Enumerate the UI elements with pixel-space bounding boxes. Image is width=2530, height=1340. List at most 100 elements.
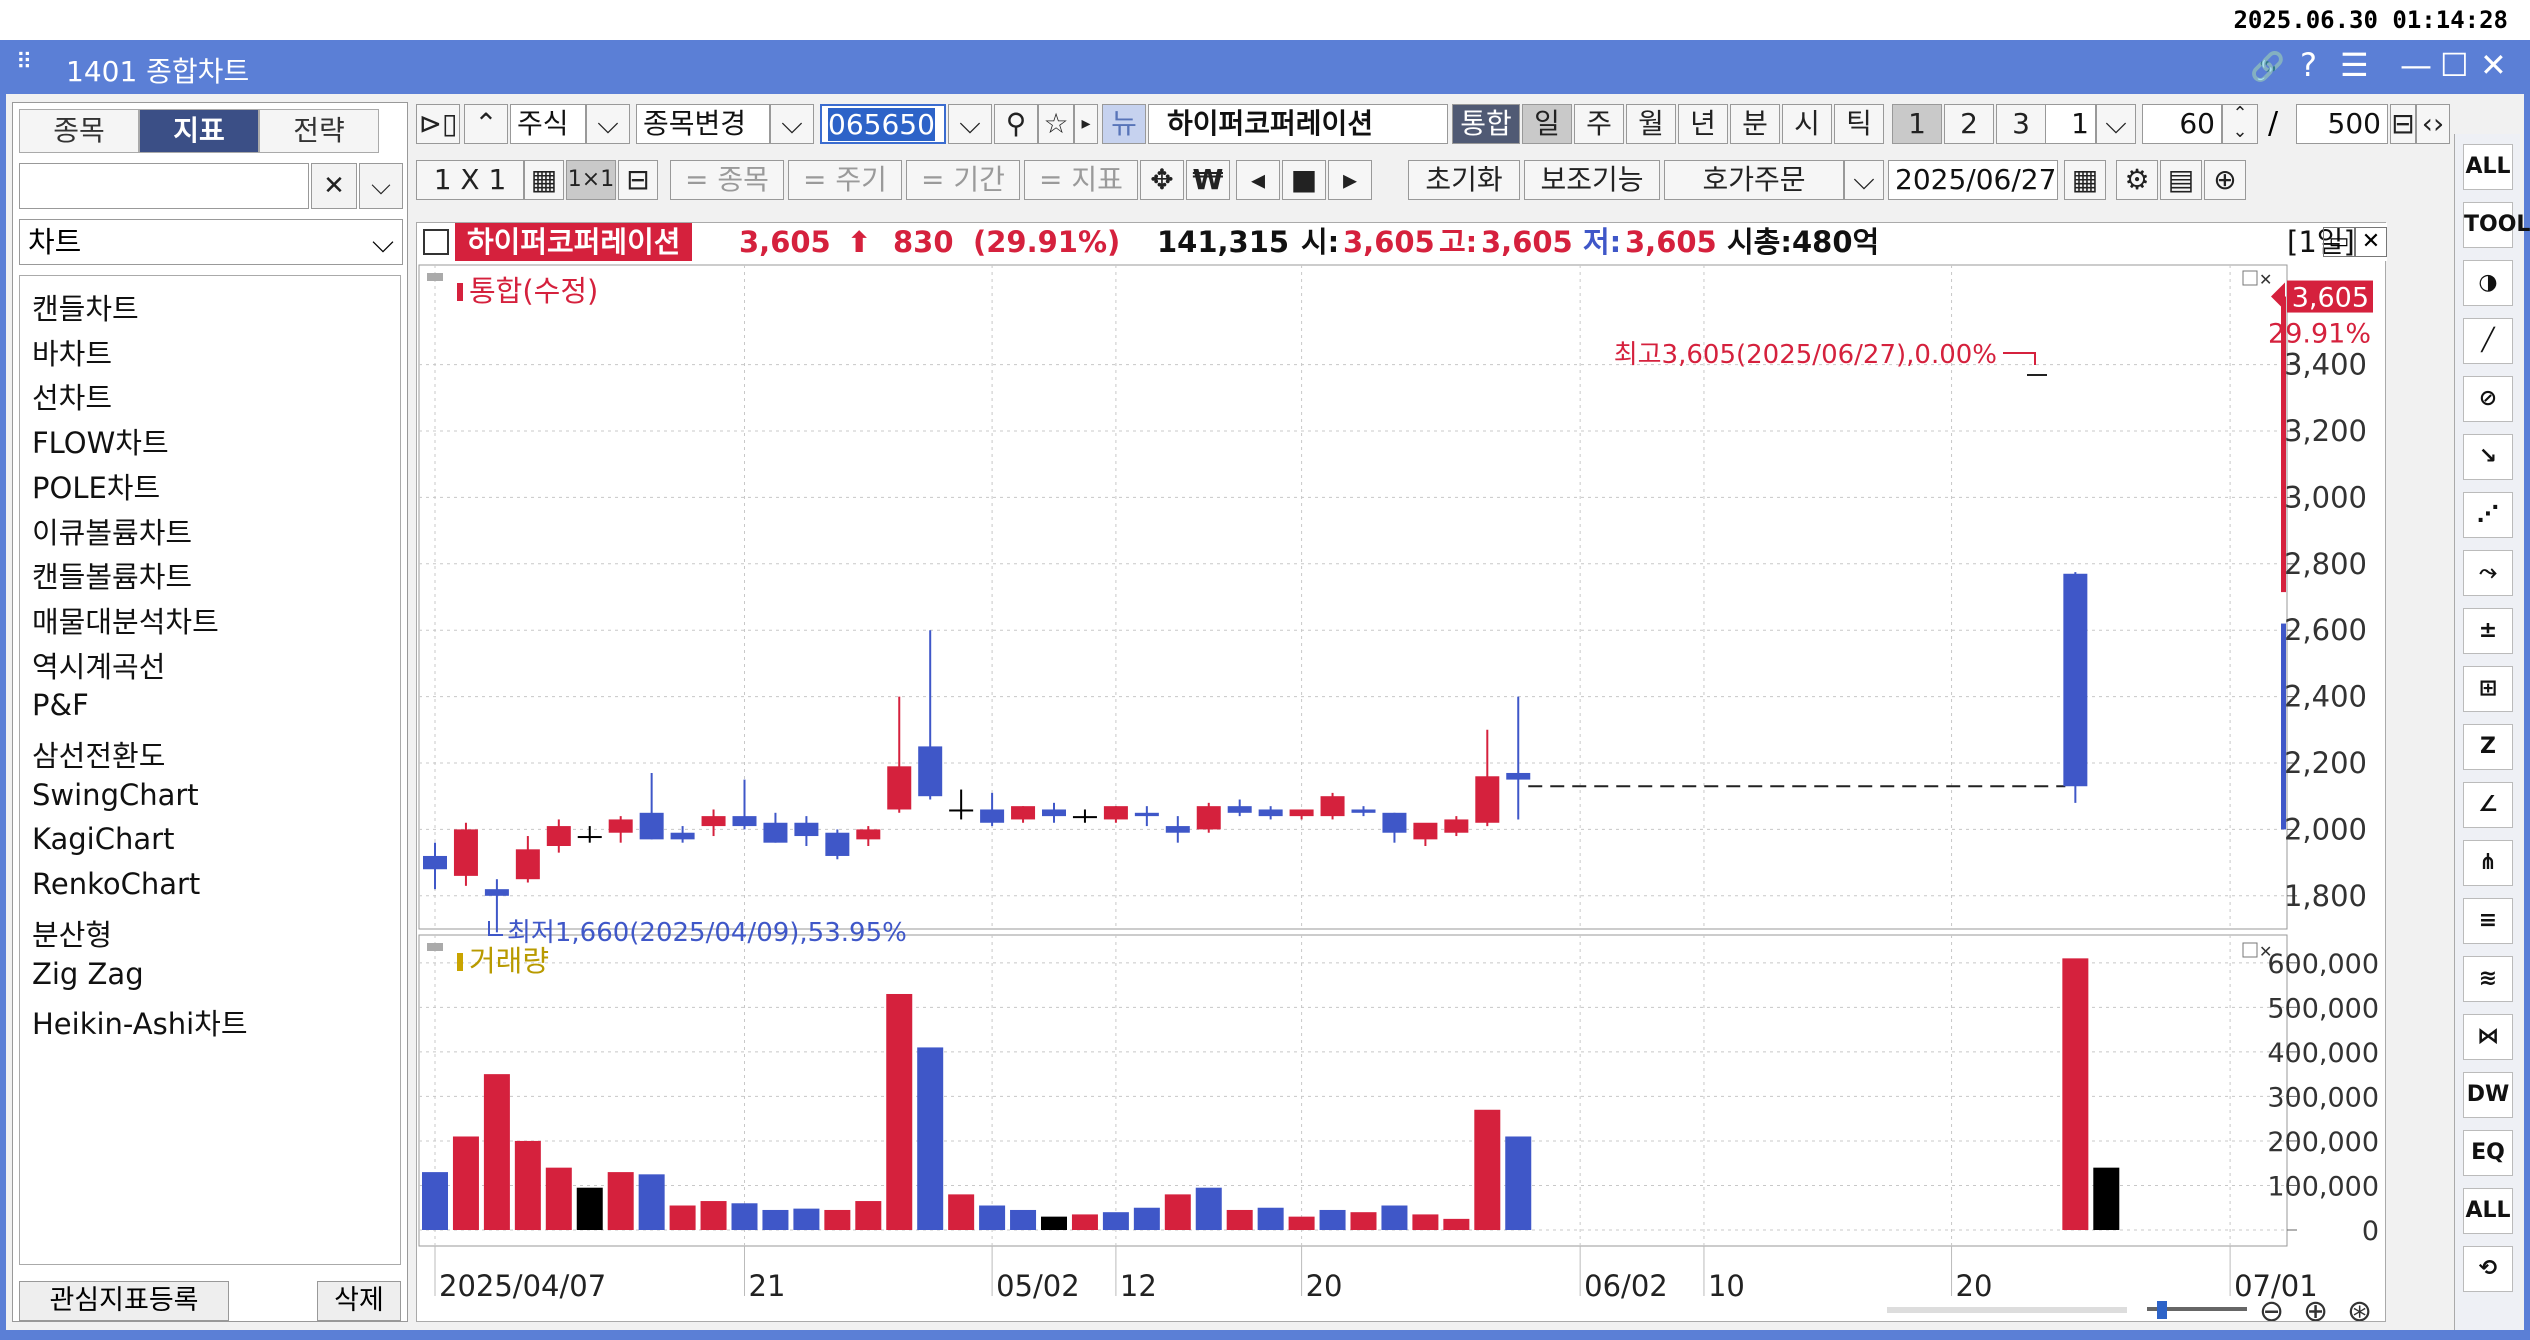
market-dropdown-icon[interactable]: ⌵ — [586, 104, 630, 144]
category-select[interactable]: 차트 ⌵ — [19, 219, 403, 265]
tab-strategy[interactable]: 전략 — [259, 109, 379, 153]
price-volume-chart[interactable]: 2025/04/07 21 05/02 12 20 06/02 10 20 07/011,800… — [417, 261, 2383, 1321]
drawing-tool-icon[interactable]: ⋈ — [2463, 1014, 2513, 1060]
period-button[interactable]: 틱 — [1834, 104, 1884, 144]
chart-area[interactable]: 하이퍼코퍼레이션 3,605 ⬆ 830 (29.91%) 141,315 시:… — [416, 222, 2387, 1322]
period-button[interactable]: 시 — [1782, 104, 1832, 144]
number-button[interactable]: 3 — [1996, 104, 2046, 144]
period-button[interactable]: 주 — [1574, 104, 1624, 144]
expand-panel-button[interactable]: ⊳▯ — [416, 104, 460, 144]
settings-gear-icon[interactable]: ⚙ — [2116, 160, 2158, 200]
filter-button[interactable]: = 지표 — [1024, 160, 1138, 200]
tonghap-button[interactable]: 통합 — [1452, 104, 1520, 144]
delete-button[interactable]: 삭제 — [317, 1281, 401, 1321]
minimize-icon[interactable]: — — [2400, 46, 2432, 84]
indicator-settings-icon[interactable]: ▤ — [2160, 160, 2202, 200]
period-button[interactable]: 일 — [1522, 104, 1572, 144]
period-button[interactable]: 분 — [1730, 104, 1780, 144]
change-stock-dropdown-icon[interactable]: ⌵ — [770, 104, 814, 144]
filter-button[interactable]: = 종목 — [670, 160, 784, 200]
reset-button[interactable]: 초기화 — [1408, 160, 1520, 200]
drawing-tool-icon[interactable]: Z — [2463, 724, 2513, 770]
count-input[interactable]: 1 — [2038, 104, 2096, 144]
window-menu-icon[interactable]: ⠿ — [16, 50, 32, 75]
play-icon[interactable]: ▸ — [1074, 104, 1098, 144]
order-button[interactable]: 호가주문 — [1664, 160, 1844, 200]
market-select[interactable]: 주식 — [510, 104, 586, 144]
drawing-tool-icon[interactable]: ≋ — [2463, 956, 2513, 1002]
chart-type-item[interactable]: 분산형 — [32, 912, 112, 954]
drawing-tool-icon[interactable]: DW — [2463, 1072, 2513, 1118]
chart-maximize-icon[interactable]: ▭ — [2323, 227, 2355, 257]
chart-type-item[interactable]: 이큐볼륨차트 — [32, 510, 192, 552]
span-input[interactable]: 60 — [2142, 104, 2222, 144]
chart-close-icon[interactable]: ✕ — [2355, 227, 2387, 257]
aux-function-button[interactable]: 보조기능 — [1524, 160, 1660, 200]
chart-type-item[interactable]: KagiChart — [32, 822, 174, 856]
order-dropdown-icon[interactable]: ⌵ — [1844, 160, 1884, 200]
drawing-tool-icon[interactable]: ALL — [2463, 1188, 2513, 1234]
drawing-tool-icon[interactable]: EQ — [2463, 1130, 2513, 1176]
search-icon[interactable]: ⚲ — [994, 104, 1038, 144]
chart-type-item[interactable]: 매물대분석차트 — [32, 599, 219, 641]
chart-type-item[interactable]: 바차트 — [32, 331, 112, 373]
register-indicator-button[interactable]: 관심지표등록 — [19, 1281, 229, 1321]
grid-icon[interactable]: ▦ — [524, 160, 564, 200]
drawing-tool-icon[interactable]: ⤳ — [2463, 550, 2513, 596]
drawing-tool-icon[interactable]: ⋰ — [2463, 492, 2513, 538]
stock-code-input[interactable]: 065650 — [820, 104, 946, 144]
period-button[interactable]: 년 — [1678, 104, 1728, 144]
arrows-icon[interactable]: ‹› — [2416, 104, 2450, 144]
count-dropdown-icon[interactable]: ⌵ — [2096, 104, 2136, 144]
help-icon[interactable]: ? — [2300, 46, 2317, 84]
chart-type-item[interactable]: RenkoChart — [32, 867, 200, 901]
total-count-input[interactable]: 500 — [2296, 104, 2388, 144]
tab-indicator[interactable]: 지표 — [139, 109, 259, 153]
filter-button[interactable]: = 주기 — [788, 160, 902, 200]
chart-type-item[interactable]: FLOW차트 — [32, 420, 169, 462]
prev-icon[interactable]: ◂ — [1236, 160, 1280, 200]
add-chart-icon[interactable]: ⊕ — [2204, 160, 2246, 200]
search-dropdown-icon[interactable]: ⌵ — [359, 163, 403, 209]
drawing-tool-icon[interactable]: ⊞ — [2463, 666, 2513, 712]
filter-button[interactable]: = 기간 — [906, 160, 1020, 200]
drawing-tool-icon[interactable]: TOOL — [2463, 202, 2530, 248]
drawing-tool-icon[interactable]: ↘ — [2463, 434, 2513, 480]
drawing-tool-icon[interactable]: ⋔ — [2463, 840, 2513, 886]
select-checkbox[interactable] — [423, 229, 449, 255]
chart-type-item[interactable]: 캔들볼륨차트 — [32, 554, 192, 596]
drawing-tool-icon[interactable]: ╱ — [2463, 318, 2513, 364]
tab-stock[interactable]: 종목 — [19, 109, 139, 153]
news-button[interactable]: 뉴 — [1102, 104, 1146, 144]
chart-type-item[interactable]: POLE차트 — [32, 465, 160, 507]
drawing-tool-icon[interactable]: ALL — [2463, 144, 2513, 190]
drawing-tool-icon[interactable]: ⟲ — [2463, 1246, 2513, 1292]
close-icon[interactable]: ✕ — [2480, 46, 2507, 84]
number-button[interactable]: 1 — [1892, 104, 1942, 144]
stop-icon[interactable]: ■ — [1282, 160, 1326, 200]
next-icon[interactable]: ▸ — [1328, 160, 1372, 200]
chart-type-item[interactable]: Heikin-Ashi차트 — [32, 1001, 248, 1043]
drawing-tool-icon[interactable]: ◑ — [2463, 260, 2513, 306]
drawing-tool-icon[interactable]: ≡ — [2463, 898, 2513, 944]
code-dropdown-icon[interactable]: ⌵ — [948, 104, 992, 144]
chart-type-item[interactable]: P&F — [32, 688, 89, 722]
period-button[interactable]: 월 — [1626, 104, 1676, 144]
layout-button[interactable]: 1 X 1 — [416, 160, 524, 200]
chart-type-item[interactable]: 캔들차트 — [32, 286, 139, 328]
chart-type-item[interactable]: 선차트 — [32, 375, 112, 417]
drawing-tool-icon[interactable]: ⊘ — [2463, 376, 2513, 422]
chart-type-item[interactable]: Zig Zag — [32, 957, 144, 991]
move-icon[interactable]: ✥ — [1140, 160, 1184, 200]
drawing-tool-icon[interactable]: ∠ — [2463, 782, 2513, 828]
chart-type-item[interactable]: 삼선전환도 — [32, 733, 165, 775]
link-icon[interactable]: 🔗 — [2250, 50, 2285, 83]
chevron-up-icon[interactable]: ⌃ — [464, 104, 508, 144]
change-stock-select[interactable]: 종목변경 — [636, 104, 770, 144]
maximize-icon[interactable]: ☐ — [2440, 46, 2469, 84]
favorite-star-icon[interactable]: ☆ — [1038, 104, 1074, 144]
won-icon[interactable]: ₩ — [1186, 160, 1230, 200]
date-input[interactable]: 2025/06/27 — [1888, 160, 2058, 200]
one-by-one-button[interactable]: 1×1 — [566, 160, 616, 200]
split-icon[interactable]: ⊟ — [618, 160, 658, 200]
